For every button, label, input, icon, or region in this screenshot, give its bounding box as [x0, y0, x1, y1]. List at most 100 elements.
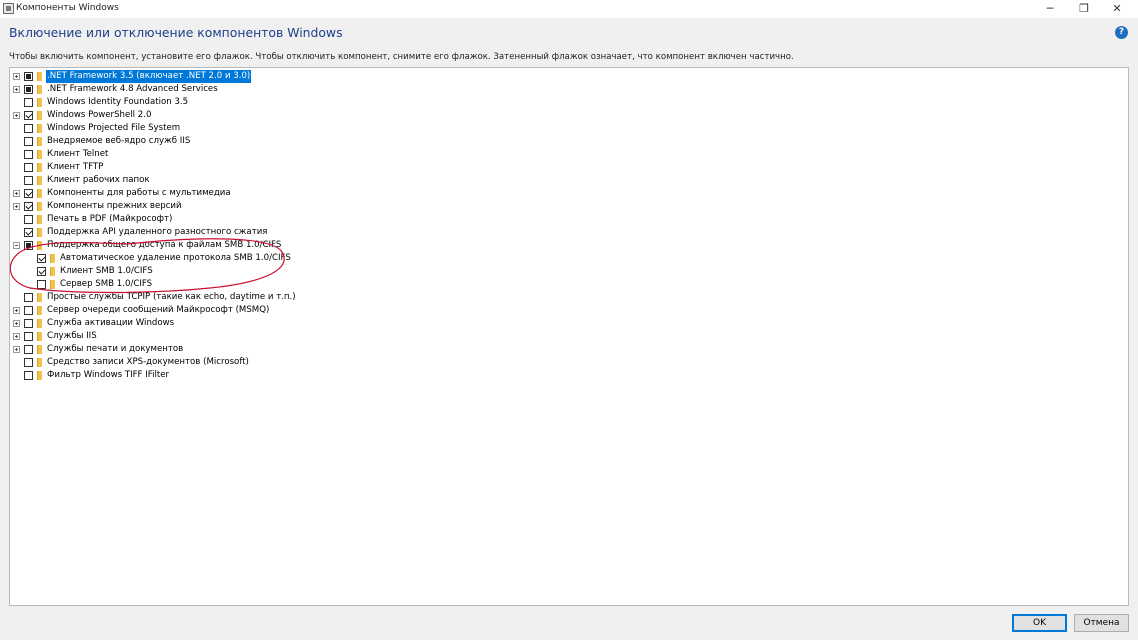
feature-checkbox[interactable]: [37, 267, 46, 276]
minimize-button[interactable]: ─: [1034, 0, 1066, 18]
expand-icon[interactable]: [13, 307, 20, 314]
feature-checkbox[interactable]: [24, 124, 33, 133]
feature-label[interactable]: Фильтр Windows TIFF IFilter: [46, 369, 170, 382]
feature-label[interactable]: Внедряемое веб-ядро служб IIS: [46, 135, 191, 148]
feature-checkbox[interactable]: [24, 111, 33, 120]
feature-checkbox[interactable]: [24, 202, 33, 211]
expand-icon[interactable]: [13, 333, 20, 340]
feature-checkbox[interactable]: [24, 163, 33, 172]
feature-label[interactable]: Клиент TFTP: [46, 161, 104, 174]
expand-icon[interactable]: [13, 73, 20, 80]
expand-icon[interactable]: [13, 86, 20, 93]
folder-icon: [37, 332, 42, 341]
feature-checkbox[interactable]: [24, 137, 33, 146]
feature-row[interactable]: Компоненты для работы с мультимедиа: [10, 187, 710, 200]
feature-checkbox[interactable]: [24, 319, 33, 328]
feature-label[interactable]: Служба активации Windows: [46, 317, 175, 330]
feature-row[interactable]: Клиент рабочих папок: [10, 174, 710, 187]
expand-icon[interactable]: [13, 203, 20, 210]
feature-label[interactable]: Службы печати и документов: [46, 343, 184, 356]
feature-checkbox[interactable]: [24, 98, 33, 107]
feature-checkbox[interactable]: [24, 306, 33, 315]
expand-icon[interactable]: [13, 112, 20, 119]
feature-label[interactable]: Поддержка общего доступа к файлам SMB 1.…: [46, 239, 282, 252]
feature-label[interactable]: Простые службы TCPIP (такие как echo, da…: [46, 291, 297, 304]
feature-checkbox[interactable]: [24, 241, 33, 250]
feature-row[interactable]: Внедряемое веб-ядро служб IIS: [10, 135, 710, 148]
feature-checkbox[interactable]: [24, 332, 33, 341]
feature-label[interactable]: Поддержка API удаленного разностного сжа…: [46, 226, 268, 239]
collapse-icon[interactable]: [13, 242, 20, 249]
feature-label[interactable]: Компоненты прежних версий: [46, 200, 183, 213]
feature-row[interactable]: Поддержка общего доступа к файлам SMB 1.…: [10, 239, 710, 252]
feature-row[interactable]: Простые службы TCPIP (такие как echo, da…: [10, 291, 710, 304]
feature-row[interactable]: Автоматическое удаление протокола SMB 1.…: [10, 252, 710, 265]
folder-icon: [37, 306, 42, 315]
feature-label[interactable]: Сервер SMB 1.0/CIFS: [59, 278, 153, 291]
close-button[interactable]: ✕: [1101, 0, 1133, 18]
help-icon[interactable]: ?: [1115, 26, 1128, 39]
feature-row[interactable]: Сервер SMB 1.0/CIFS: [10, 278, 710, 291]
feature-row[interactable]: Windows Projected File System: [10, 122, 710, 135]
feature-checkbox[interactable]: [24, 215, 33, 224]
feature-row[interactable]: Печать в PDF (Майкрософт): [10, 213, 710, 226]
folder-icon: [37, 241, 42, 250]
feature-label[interactable]: Windows PowerShell 2.0: [46, 109, 152, 122]
feature-row[interactable]: Поддержка API удаленного разностного сжа…: [10, 226, 710, 239]
feature-label[interactable]: Печать в PDF (Майкрософт): [46, 213, 173, 226]
feature-row[interactable]: Клиент SMB 1.0/CIFS: [10, 265, 710, 278]
feature-row[interactable]: Клиент TFTP: [10, 161, 710, 174]
ok-button[interactable]: OK: [1012, 614, 1067, 632]
feature-label[interactable]: Автоматическое удаление протокола SMB 1.…: [59, 252, 292, 265]
folder-icon: [37, 345, 42, 354]
folder-icon: [37, 85, 42, 94]
feature-checkbox[interactable]: [37, 254, 46, 263]
folder-icon: [37, 371, 42, 380]
feature-checkbox[interactable]: [24, 150, 33, 159]
feature-checkbox[interactable]: [24, 85, 33, 94]
feature-label[interactable]: Средство записи XPS-документов (Microsof…: [46, 356, 250, 369]
feature-row[interactable]: Служба активации Windows: [10, 317, 710, 330]
folder-icon: [37, 215, 42, 224]
feature-label[interactable]: Службы IIS: [46, 330, 98, 343]
features-tree[interactable]: Фильтр Windows TIFF IFilter Средство запи…: [9, 67, 1129, 606]
title-bar: Компоненты Windows ─ ❐ ✕: [0, 0, 1138, 18]
feature-checkbox[interactable]: [24, 189, 33, 198]
cancel-button[interactable]: Отмена: [1074, 614, 1129, 632]
feature-label[interactable]: .NET Framework 4.8 Advanced Services: [46, 83, 219, 96]
feature-checkbox[interactable]: [24, 358, 33, 367]
feature-checkbox[interactable]: [24, 293, 33, 302]
restore-button[interactable]: ❐: [1068, 0, 1100, 18]
feature-row[interactable]: Windows PowerShell 2.0: [10, 109, 710, 122]
expand-icon[interactable]: [13, 190, 20, 197]
folder-icon: [37, 319, 42, 328]
feature-checkbox[interactable]: [24, 345, 33, 354]
feature-checkbox[interactable]: [24, 72, 33, 81]
feature-label[interactable]: Клиент рабочих папок: [46, 174, 151, 187]
feature-label[interactable]: Клиент SMB 1.0/CIFS: [59, 265, 154, 278]
expand-icon[interactable]: [13, 346, 20, 353]
feature-label[interactable]: Компоненты для работы с мультимедиа: [46, 187, 232, 200]
feature-row[interactable]: Фильтр Windows TIFF IFilter: [10, 369, 710, 382]
feature-label[interactable]: Windows Projected File System: [46, 122, 181, 135]
feature-label[interactable]: Windows Identity Foundation 3.5: [46, 96, 189, 109]
feature-row[interactable]: Службы IIS: [10, 330, 710, 343]
feature-row[interactable]: Службы печати и документов: [10, 343, 710, 356]
feature-row[interactable]: .NET Framework 3.5 (включает .NET 2.0 и …: [10, 70, 710, 83]
feature-row[interactable]: Клиент Telnet: [10, 148, 710, 161]
feature-checkbox[interactable]: [24, 228, 33, 237]
expand-icon[interactable]: [13, 320, 20, 327]
feature-row[interactable]: Средство записи XPS-документов (Microsof…: [10, 356, 710, 369]
folder-icon: [37, 150, 42, 159]
feature-checkbox[interactable]: [37, 280, 46, 289]
folder-icon: [50, 280, 55, 289]
feature-label[interactable]: Сервер очереди сообщений Майкрософт (MSM…: [46, 304, 270, 317]
feature-row[interactable]: Сервер очереди сообщений Майкрософт (MSM…: [10, 304, 710, 317]
feature-checkbox[interactable]: [24, 176, 33, 185]
feature-checkbox[interactable]: [24, 371, 33, 380]
feature-label[interactable]: Клиент Telnet: [46, 148, 109, 161]
feature-row[interactable]: .NET Framework 4.8 Advanced Services: [10, 83, 710, 96]
feature-row[interactable]: Компоненты прежних версий: [10, 200, 710, 213]
feature-label[interactable]: .NET Framework 3.5 (включает .NET 2.0 и …: [46, 70, 252, 83]
feature-row[interactable]: Windows Identity Foundation 3.5: [10, 96, 710, 109]
